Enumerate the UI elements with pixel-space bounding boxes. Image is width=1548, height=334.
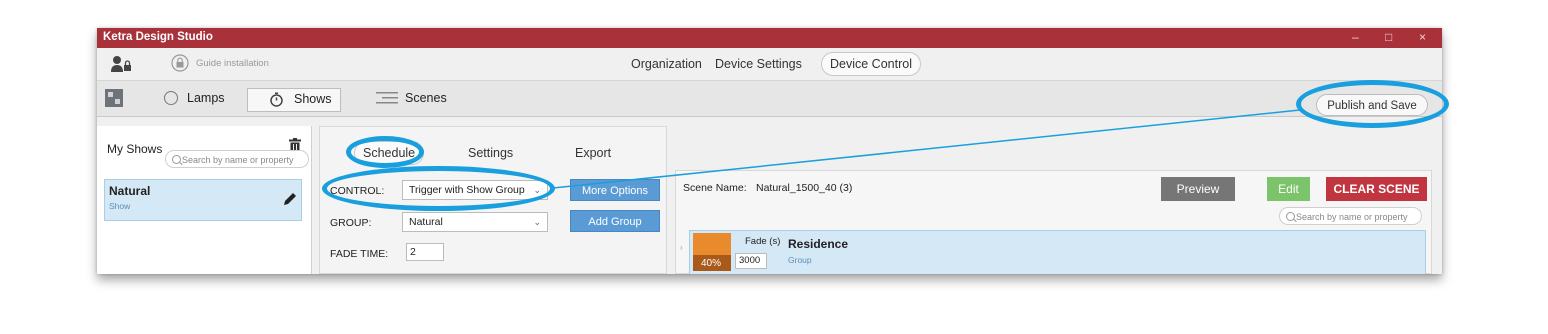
callout-connector-line [552,109,1301,189]
